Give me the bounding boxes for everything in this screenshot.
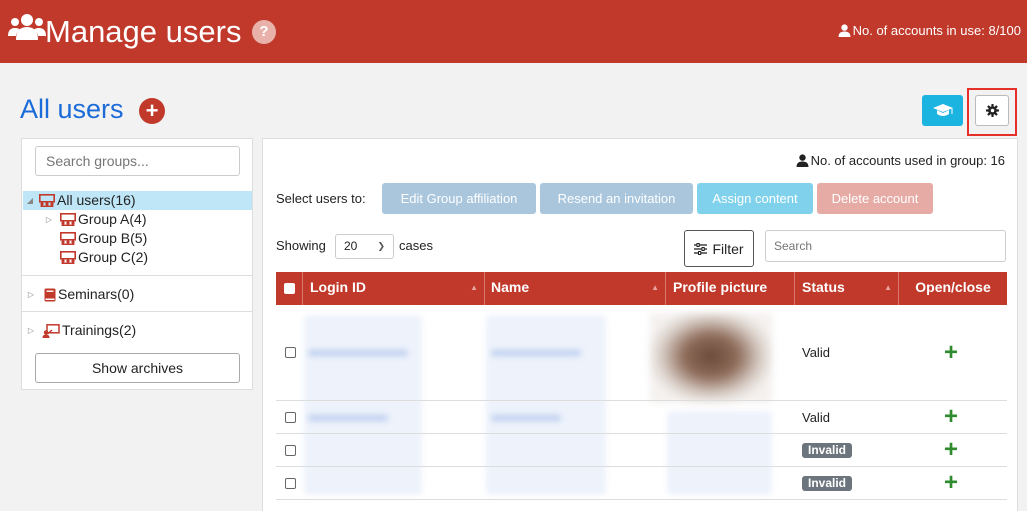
- graduation-cap-icon: [932, 103, 953, 116]
- row-checkbox[interactable]: [285, 445, 296, 456]
- accounts-in-use-text: No. of accounts in use: 8/100: [852, 23, 1021, 38]
- column-login-id[interactable]: Login ID ▲: [303, 272, 485, 305]
- select-all-cell: [276, 272, 303, 305]
- column-label: Open/close: [915, 279, 991, 295]
- header-bar: Manage users ? No. of accounts in use: 8…: [0, 0, 1027, 63]
- resend-invitation-button[interactable]: Resend an invitation: [540, 183, 693, 214]
- filter-label: Filter: [712, 240, 744, 257]
- table-row[interactable]: Valid +: [276, 401, 1007, 434]
- tree-item-group-a[interactable]: ▷ Group A(4): [44, 210, 147, 229]
- page-title: All users: [20, 94, 124, 124]
- tree-item-label: Trainings(2): [62, 322, 137, 338]
- caret-right-icon[interactable]: ▷: [26, 321, 36, 340]
- presenter-icon: [42, 323, 60, 338]
- table-row[interactable]: Invalid +: [276, 467, 1007, 500]
- tree-item-label: Group A(4): [78, 211, 147, 227]
- group-icon: [39, 194, 55, 207]
- tree-item-label: Seminars(0): [58, 286, 135, 302]
- show-archives-button[interactable]: Show archives: [35, 353, 240, 383]
- row-checkbox[interactable]: [285, 412, 296, 423]
- column-label: Profile picture: [673, 279, 768, 295]
- help-icon[interactable]: ?: [252, 20, 276, 44]
- status-text: Valid: [802, 345, 830, 360]
- delete-account-button[interactable]: Delete account: [817, 183, 933, 214]
- status-badge: Invalid: [802, 476, 853, 491]
- table-search-input[interactable]: [765, 230, 1006, 262]
- sort-icon: ▲: [470, 283, 478, 292]
- group-icon: [60, 213, 76, 226]
- tree-item-label: All users(16): [57, 192, 136, 208]
- divider: [22, 275, 252, 276]
- groups-sidebar: ◢ All users(16) ▷ Group A(4) Group B(5) …: [21, 138, 253, 390]
- assign-content-button[interactable]: Assign content: [697, 183, 813, 214]
- sort-icon: ▲: [884, 283, 892, 292]
- chevron-down-icon: ❯: [377, 241, 385, 251]
- tree-item-group-c[interactable]: Group C(2): [54, 248, 148, 267]
- sliders-icon: [694, 242, 708, 255]
- group-accounts-text: No. of accounts used in group: 16: [810, 153, 1005, 168]
- accounts-in-use: No. of accounts in use: 8/100: [838, 23, 1021, 38]
- tree-item-label: Group C(2): [78, 249, 149, 265]
- user-icon: [796, 154, 809, 167]
- users-icon: [8, 14, 46, 40]
- column-label: Login ID: [310, 279, 366, 295]
- tree-item-trainings[interactable]: ▷ Trainings(2): [26, 321, 136, 340]
- page-size-value: 20: [344, 239, 358, 253]
- divider: [22, 311, 252, 312]
- caret-right-icon[interactable]: ▷: [26, 285, 36, 304]
- column-profile-picture: Profile picture: [666, 272, 795, 305]
- column-open-close: Open/close: [899, 272, 1007, 305]
- expand-plus-icon[interactable]: +: [944, 405, 958, 429]
- expand-plus-icon[interactable]: +: [944, 471, 958, 495]
- page-header-title: Manage users: [45, 14, 242, 49]
- table-row[interactable]: Invalid +: [276, 434, 1007, 467]
- status-text: Valid: [802, 410, 830, 425]
- column-name[interactable]: Name ▲: [485, 272, 666, 305]
- group-icon: [60, 232, 76, 245]
- row-checkbox[interactable]: [285, 347, 296, 358]
- table-header: Login ID ▲ Name ▲ Profile picture Status ▲ …: [276, 272, 1007, 305]
- add-user-button[interactable]: +: [139, 98, 165, 124]
- row-checkbox[interactable]: [285, 478, 296, 489]
- book-icon: [44, 288, 56, 302]
- gear-icon: [985, 104, 999, 117]
- column-status[interactable]: Status ▲: [795, 272, 899, 305]
- column-label: Name: [491, 279, 530, 295]
- tree-item-label: Group B(5): [78, 230, 148, 246]
- column-label: Status: [802, 279, 845, 295]
- expand-plus-icon[interactable]: +: [944, 438, 958, 462]
- edit-group-affiliation-button[interactable]: Edit Group affiliation: [382, 183, 536, 214]
- expand-plus-icon[interactable]: +: [944, 341, 958, 365]
- tree-item-group-b[interactable]: Group B(5): [54, 229, 147, 248]
- status-badge: Invalid: [802, 443, 853, 458]
- showing-label: Showing: [276, 238, 326, 253]
- tree-item-seminars[interactable]: ▷ Seminars(0): [26, 285, 134, 304]
- user-icon: [838, 24, 851, 37]
- caret-right-icon[interactable]: ▷: [44, 210, 54, 229]
- table-row[interactable]: Valid +: [276, 305, 1007, 401]
- page-size-select[interactable]: 20 ❯: [335, 234, 394, 259]
- settings-button[interactable]: [975, 95, 1009, 126]
- cases-label: cases: [399, 238, 433, 253]
- caret-down-icon[interactable]: ◢: [25, 191, 35, 210]
- group-accounts: No. of accounts used in group: 16: [796, 153, 1005, 168]
- sort-icon: ▲: [651, 283, 659, 292]
- graduation-cap-button[interactable]: [922, 95, 963, 126]
- filter-button[interactable]: Filter: [684, 230, 754, 267]
- group-icon: [60, 251, 76, 264]
- group-search-input[interactable]: [35, 146, 240, 176]
- select-all-checkbox[interactable]: [284, 283, 295, 294]
- select-users-label: Select users to:: [276, 191, 366, 206]
- tree-item-all-users[interactable]: ◢ All users(16): [23, 191, 252, 210]
- users-panel: No. of accounts used in group: 16 Select…: [262, 138, 1018, 511]
